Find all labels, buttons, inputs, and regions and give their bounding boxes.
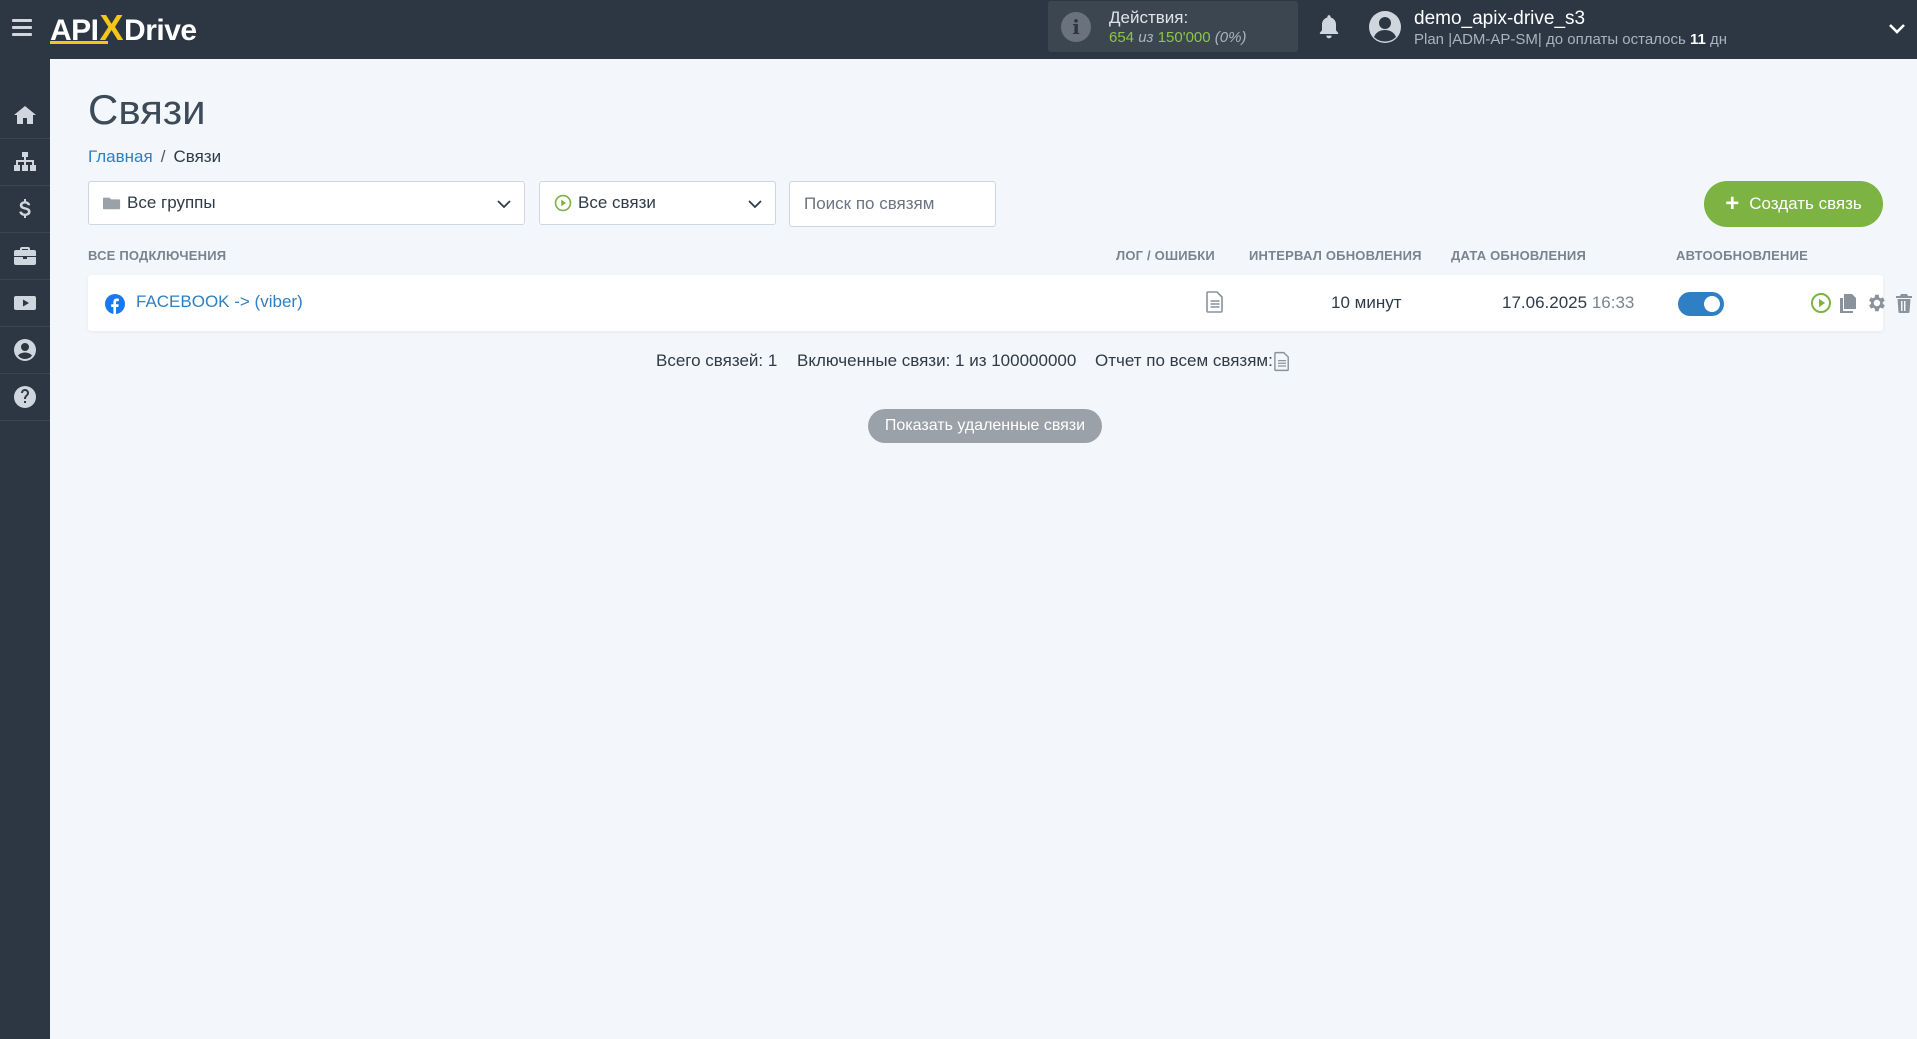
- sidebar-item-video[interactable]: [0, 280, 50, 327]
- dollar-icon: [19, 199, 31, 218]
- actions-value: 654 из 150'000 (0%): [1109, 29, 1247, 46]
- play-circle-icon: [554, 194, 572, 212]
- sidebar-item-tools[interactable]: [0, 233, 50, 280]
- column-header-date: ДАТА ОБНОВЛЕНИЯ: [1451, 248, 1587, 263]
- chevron-down-icon: [748, 200, 762, 209]
- bell-icon[interactable]: [1316, 13, 1342, 41]
- sidebar-item-help[interactable]: [0, 374, 50, 421]
- run-button[interactable]: [1810, 292, 1832, 314]
- auto-update-toggle[interactable]: [1678, 292, 1724, 316]
- column-header-interval: ИНТЕРВАЛ ОБНОВЛЕНИЯ: [1249, 248, 1422, 263]
- trash-icon: [1896, 294, 1912, 313]
- facebook-icon: [105, 294, 125, 314]
- user-plan: Plan |ADM-AP-SM| до оплаты осталось 11 д…: [1414, 31, 1728, 48]
- sidebar-item-profile[interactable]: [0, 327, 50, 374]
- settings-button[interactable]: [1865, 292, 1887, 314]
- delete-button[interactable]: [1893, 292, 1915, 314]
- actions-counter[interactable]: i Действия: 654 из 150'000 (0%): [1048, 1, 1298, 52]
- connection-name-link[interactable]: FACEBOOK -> (viber): [136, 292, 303, 312]
- user-circle-icon: [14, 339, 36, 361]
- groups-select-value: Все группы: [127, 193, 216, 212]
- sidebar: [0, 59, 50, 1039]
- copy-button[interactable]: [1837, 292, 1859, 314]
- update-date: 17.06.2025 16:33: [1502, 293, 1635, 312]
- home-icon: [14, 106, 36, 124]
- help-icon: [14, 386, 36, 408]
- user-name[interactable]: demo_apix-drive_s3: [1414, 8, 1585, 30]
- apixdrive-logo[interactable]: APIXDrive: [50, 6, 197, 50]
- total-connections: Всего связей: 1: [656, 351, 778, 370]
- breadcrumb-current: Связи: [173, 147, 222, 166]
- sidebar-item-connections[interactable]: [0, 139, 50, 186]
- column-header-auto: АВТООБНОВЛЕНИЕ: [1676, 248, 1809, 263]
- play-circle-icon: [1811, 293, 1831, 313]
- copy-icon: [1840, 294, 1856, 313]
- user-avatar-icon[interactable]: [1368, 10, 1402, 44]
- folder-icon: [103, 197, 121, 210]
- chevron-down-icon[interactable]: [1887, 18, 1907, 38]
- status-select[interactable]: Все связи: [539, 181, 776, 225]
- status-select-value: Все связи: [578, 193, 656, 212]
- breadcrumb-home-link[interactable]: Главная: [88, 147, 153, 166]
- chevron-down-icon: [497, 200, 511, 209]
- update-interval: 10 минут: [1331, 293, 1402, 312]
- menu-icon[interactable]: [12, 16, 38, 38]
- plus-icon: +: [1725, 190, 1740, 217]
- sidebar-item-billing[interactable]: [0, 186, 50, 233]
- main-content: Связи Главная / Связи Все группы Все связи…: [50, 59, 1917, 1039]
- report-document-icon[interactable]: [1274, 351, 1290, 372]
- search-input[interactable]: [789, 181, 996, 227]
- groups-select[interactable]: Все группы: [88, 181, 525, 225]
- enabled-connections: Включенные связи: 1 из 100000000: [797, 351, 1077, 370]
- log-document-icon[interactable]: [1206, 291, 1224, 313]
- top-bar: APIXDrive i Действия: 654 из 150'000 (0%…: [0, 0, 1917, 59]
- sitemap-icon: [14, 152, 36, 171]
- page-title: Связи: [88, 86, 206, 133]
- briefcase-icon: [14, 247, 36, 265]
- create-connection-button[interactable]: + Создать связь: [1704, 181, 1883, 227]
- video-icon: [14, 296, 36, 310]
- report-label: Отчет по всем связям:: [1095, 351, 1273, 370]
- actions-label: Действия:: [1109, 8, 1189, 27]
- sidebar-item-home[interactable]: [0, 92, 50, 139]
- column-header-all: ВСЕ ПОДКЛЮЧЕНИЯ: [88, 248, 227, 263]
- gear-icon: [1869, 294, 1885, 312]
- show-deleted-button[interactable]: Показать удаленные связи: [868, 409, 1102, 443]
- breadcrumb: Главная / Связи: [88, 147, 222, 166]
- column-header-log: ЛОГ / ОШИБКИ: [1116, 248, 1215, 263]
- info-icon: i: [1061, 12, 1091, 42]
- table-row: FACEBOOK -> (viber) 10 минут 17.06.2025 …: [88, 275, 1912, 331]
